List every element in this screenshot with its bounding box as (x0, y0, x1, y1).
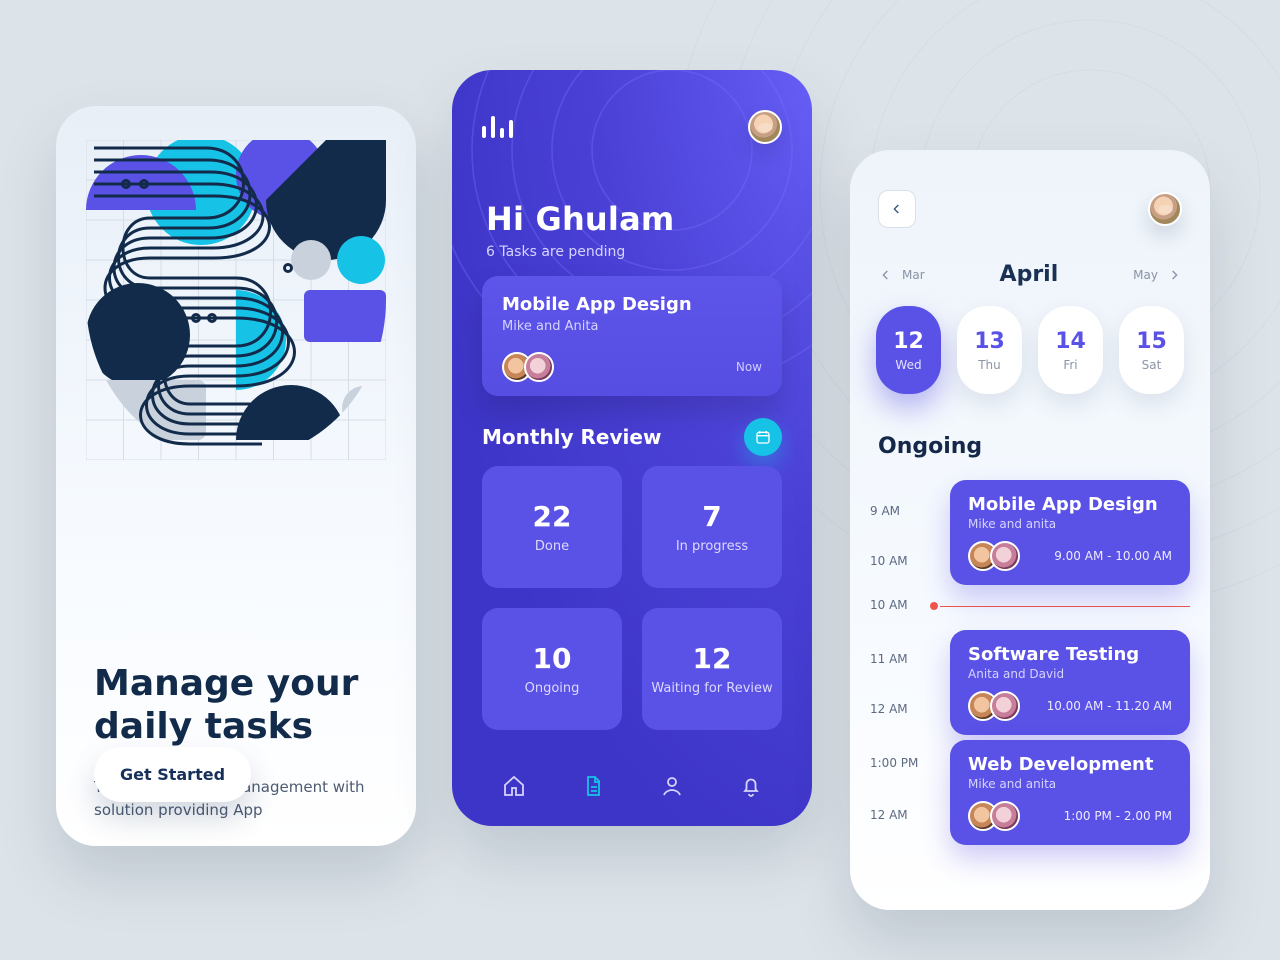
avatar (990, 691, 1020, 721)
nav-profile[interactable] (660, 774, 684, 802)
calendar-icon (755, 429, 771, 445)
nav-documents[interactable] (581, 774, 605, 802)
event-people: Anita and David (968, 667, 1172, 681)
event-avatars (968, 541, 1012, 571)
stat-number: 7 (702, 500, 721, 533)
task-avatars (502, 352, 546, 382)
timeline-hour: 1:00 PM (870, 756, 918, 770)
timeline-hour: 9 AM (870, 504, 900, 518)
onboarding-title: Manage your daily tasks (94, 662, 366, 748)
back-button[interactable] (878, 190, 916, 228)
stat-label: In progress (676, 539, 748, 554)
now-label: 10 AM (870, 598, 908, 612)
nav-home[interactable] (502, 774, 526, 802)
day-pill[interactable]: 14 Fri (1038, 306, 1103, 394)
stat-number: 22 (533, 500, 572, 533)
stat-number: 10 (533, 642, 572, 675)
home-icon (502, 774, 526, 798)
day-label: Wed (895, 358, 921, 372)
day-number: 13 (974, 329, 1005, 354)
event-time: 10.00 AM - 11.20 AM (1047, 699, 1172, 713)
event-avatars (968, 801, 1012, 831)
now-dot (930, 602, 938, 610)
event-avatars (968, 691, 1012, 721)
stat-label: Waiting for Review (651, 681, 772, 696)
bottom-nav (474, 774, 790, 802)
event-title: Mobile App Design (968, 494, 1172, 515)
day-pill[interactable]: 15 Sat (1119, 306, 1184, 394)
event-time: 9.00 AM - 10.00 AM (1054, 549, 1172, 563)
now-line (940, 606, 1190, 607)
monthly-review-heading: Monthly Review (482, 425, 661, 449)
event-time: 1:00 PM - 2.00 PM (1064, 809, 1172, 823)
user-icon (660, 774, 684, 798)
day-label: Sat (1142, 358, 1162, 372)
current-month: April (1000, 262, 1059, 287)
greeting: Hi Ghulam (486, 200, 674, 238)
avatar (990, 541, 1020, 571)
day-label: Fri (1063, 358, 1077, 372)
event-title: Web Development (968, 754, 1172, 775)
day-label: Thu (978, 358, 1001, 372)
chart-bars-icon (482, 116, 513, 138)
day-number: 15 (1136, 329, 1167, 354)
calendar-screen: Mar April May 12 Wed 13 Thu 14 Fri 15 (850, 150, 1210, 910)
arrow-left-icon (878, 267, 894, 283)
stat-label: Ongoing (525, 681, 580, 696)
stat-ongoing[interactable]: 10 Ongoing (482, 608, 622, 730)
timeline-hour: 10 AM (870, 554, 908, 568)
user-avatar[interactable] (1148, 192, 1182, 226)
event-people: Mike and anita (968, 777, 1172, 791)
next-month-button[interactable]: May (1133, 267, 1182, 283)
stat-number: 12 (693, 642, 732, 675)
featured-task-card[interactable]: Mobile App Design Mike and Anita Now (482, 276, 782, 396)
get-started-button[interactable]: Get Started (94, 747, 251, 802)
bell-icon (739, 774, 763, 798)
day-pill[interactable]: 13 Thu (957, 306, 1022, 394)
day-number: 12 (893, 329, 924, 354)
dashboard-screen: Hi Ghulam 6 Tasks are pending Mobile App… (452, 70, 812, 826)
event-card[interactable]: Mobile App Design Mike and anita 9.00 AM… (950, 480, 1190, 585)
stat-done[interactable]: 22 Done (482, 466, 622, 588)
event-card[interactable]: Software Testing Anita and David 10.00 A… (950, 630, 1190, 735)
timeline-hour: 11 AM (870, 652, 908, 666)
event-card[interactable]: Web Development Mike and anita 1:00 PM -… (950, 740, 1190, 845)
task-people: Mike and Anita (502, 319, 762, 334)
avatar (524, 352, 554, 382)
day-number: 14 (1055, 329, 1086, 354)
onboarding-screen: Manage your daily tasks Team and Project… (56, 106, 416, 846)
calendar-button[interactable] (744, 418, 782, 456)
timeline: 9 AM 10 AM 11 AM 12 AM 1:00 PM 12 AM 10 … (870, 480, 1190, 860)
timeline-hour: 12 AM (870, 702, 908, 716)
prev-month-button[interactable]: Mar (878, 267, 925, 283)
timeline-hour: 12 AM (870, 808, 908, 822)
nav-notifications[interactable] (739, 774, 763, 802)
arrow-left-icon (889, 201, 905, 217)
arrow-right-icon (1166, 267, 1182, 283)
next-month-label: May (1133, 268, 1158, 282)
event-title: Software Testing (968, 644, 1172, 665)
pending-tasks: 6 Tasks are pending (486, 244, 674, 260)
prev-month-label: Mar (902, 268, 925, 282)
task-time: Now (736, 360, 762, 374)
stat-waiting[interactable]: 12 Waiting for Review (642, 608, 782, 730)
task-title: Mobile App Design (502, 294, 762, 315)
avatar (990, 801, 1020, 831)
stat-label: Done (535, 539, 569, 554)
onboarding-illustration (86, 140, 386, 460)
stat-in-progress[interactable]: 7 In progress (642, 466, 782, 588)
event-people: Mike and anita (968, 517, 1172, 531)
ongoing-heading: Ongoing (878, 434, 982, 459)
document-icon (581, 774, 605, 798)
day-pill[interactable]: 12 Wed (876, 306, 941, 394)
user-avatar[interactable] (748, 110, 782, 144)
